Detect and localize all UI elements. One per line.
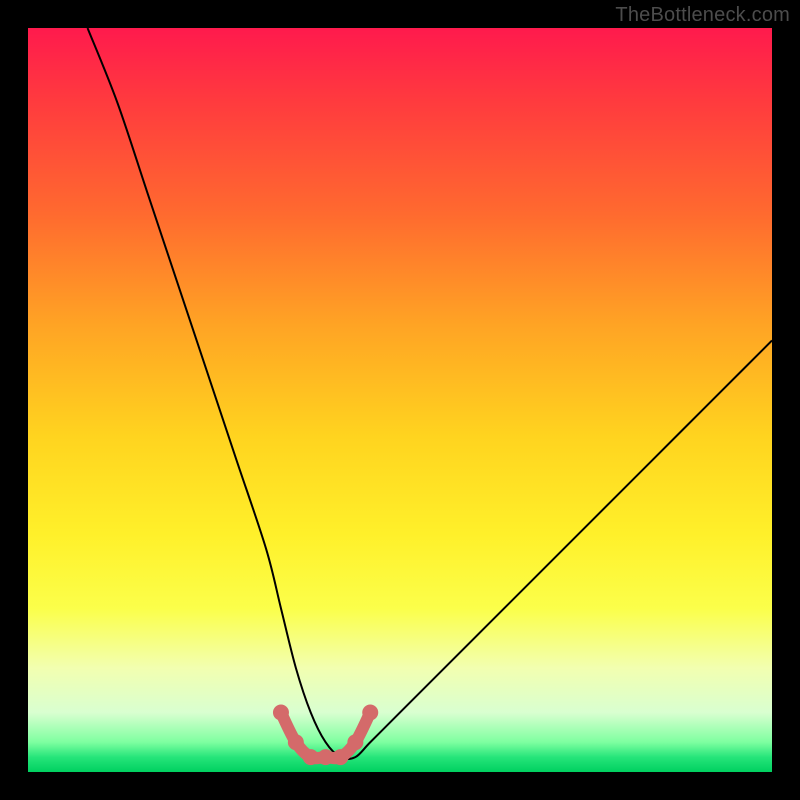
optimal-range-dot bbox=[362, 704, 378, 720]
watermark-text: TheBottleneck.com bbox=[615, 4, 790, 27]
chart-svg bbox=[28, 28, 772, 772]
optimal-range-dot bbox=[347, 734, 363, 750]
bottleneck-curve bbox=[88, 28, 772, 759]
optimal-range-dot bbox=[288, 734, 304, 750]
chart-frame: TheBottleneck.com bbox=[0, 0, 800, 800]
plot-area bbox=[28, 28, 772, 772]
optimal-range-dot bbox=[318, 749, 334, 765]
optimal-range-dot bbox=[332, 749, 348, 765]
optimal-range-dot bbox=[303, 749, 319, 765]
optimal-range-dot bbox=[273, 704, 289, 720]
curve-group bbox=[88, 28, 772, 765]
